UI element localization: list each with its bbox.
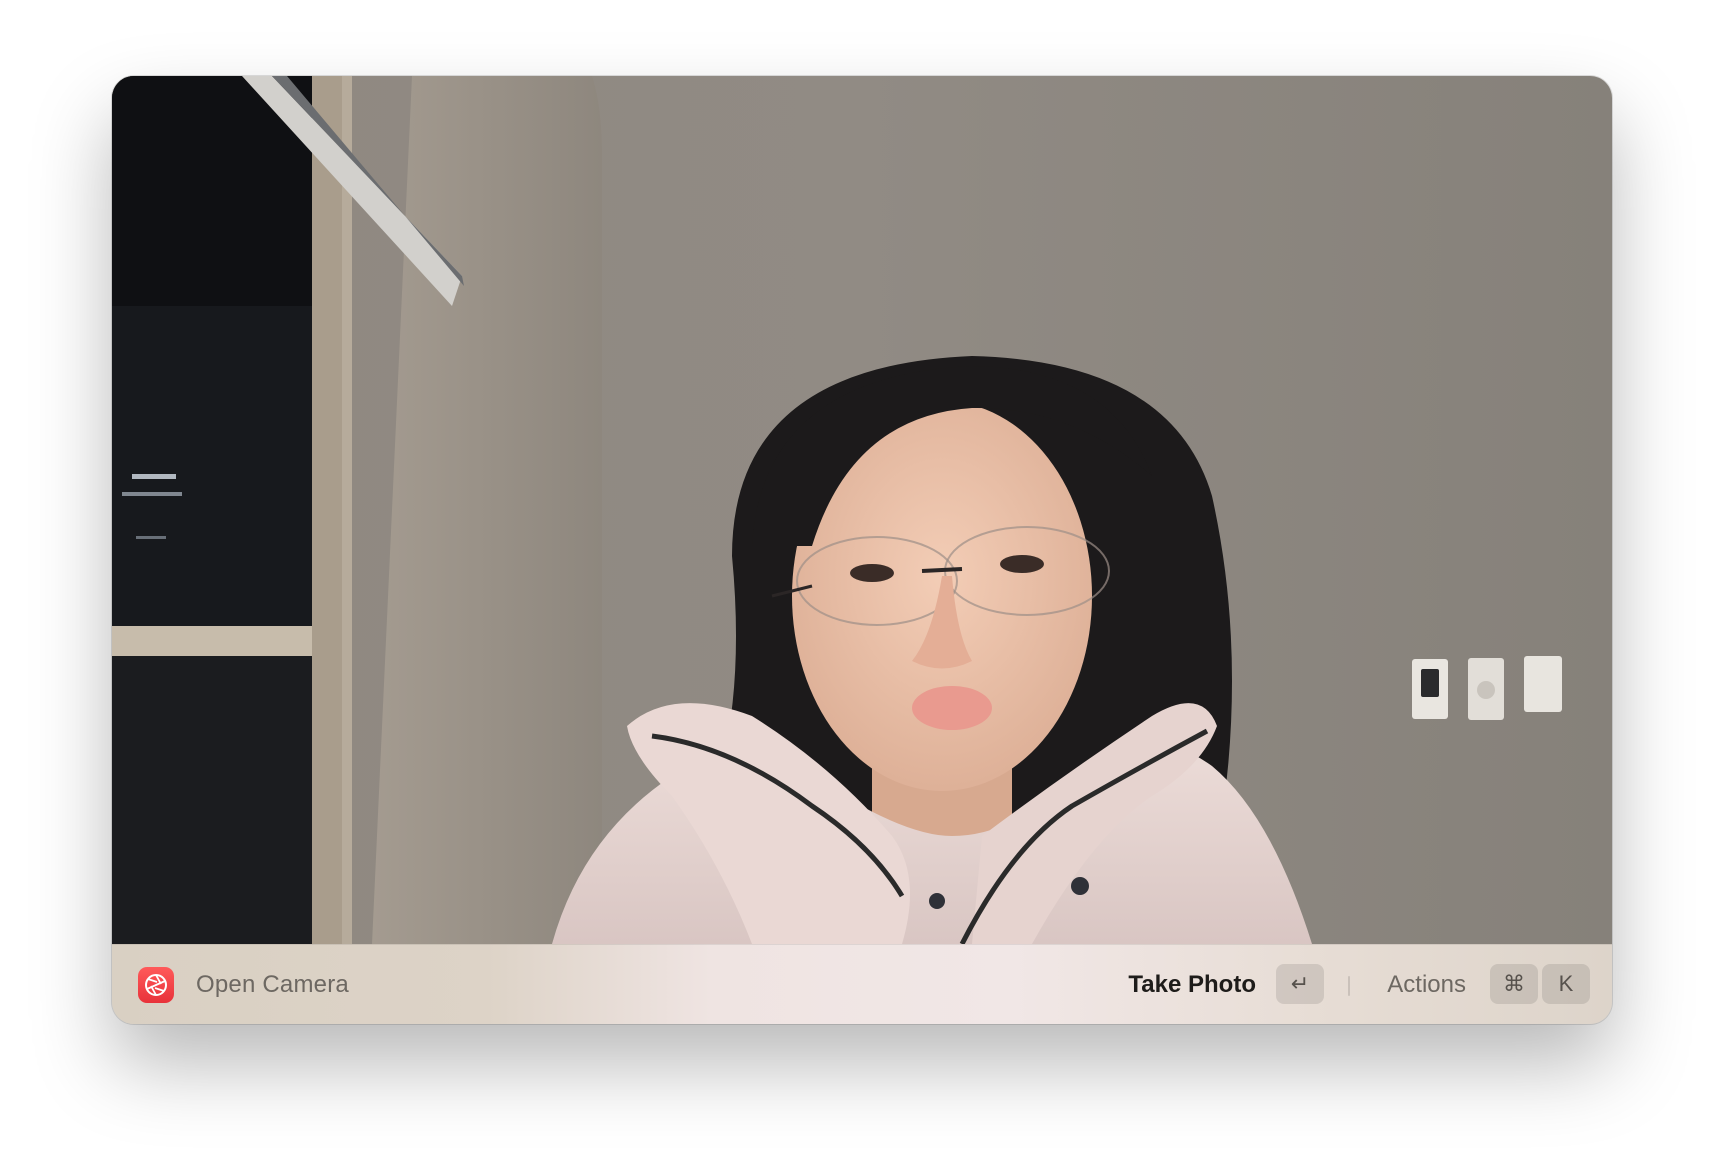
actions-button[interactable]: Actions	[1387, 971, 1466, 999]
k-key: K	[1542, 964, 1590, 1004]
return-key-icon: ↵	[1276, 964, 1324, 1004]
camera-aperture-icon	[138, 967, 174, 1003]
take-photo-button[interactable]: Take Photo	[1128, 971, 1256, 999]
camera-window: Open Camera Take Photo ↵ Actions ⌘ K	[112, 76, 1612, 1024]
aperture-glyph	[145, 974, 167, 996]
command-title: Open Camera	[196, 971, 349, 998]
command-key-icon: ⌘	[1490, 964, 1538, 1004]
camera-preview-image	[112, 76, 1612, 944]
action-bar: Open Camera Take Photo ↵ Actions ⌘ K	[112, 944, 1612, 1024]
divider	[1348, 976, 1350, 996]
camera-preview	[112, 76, 1612, 944]
